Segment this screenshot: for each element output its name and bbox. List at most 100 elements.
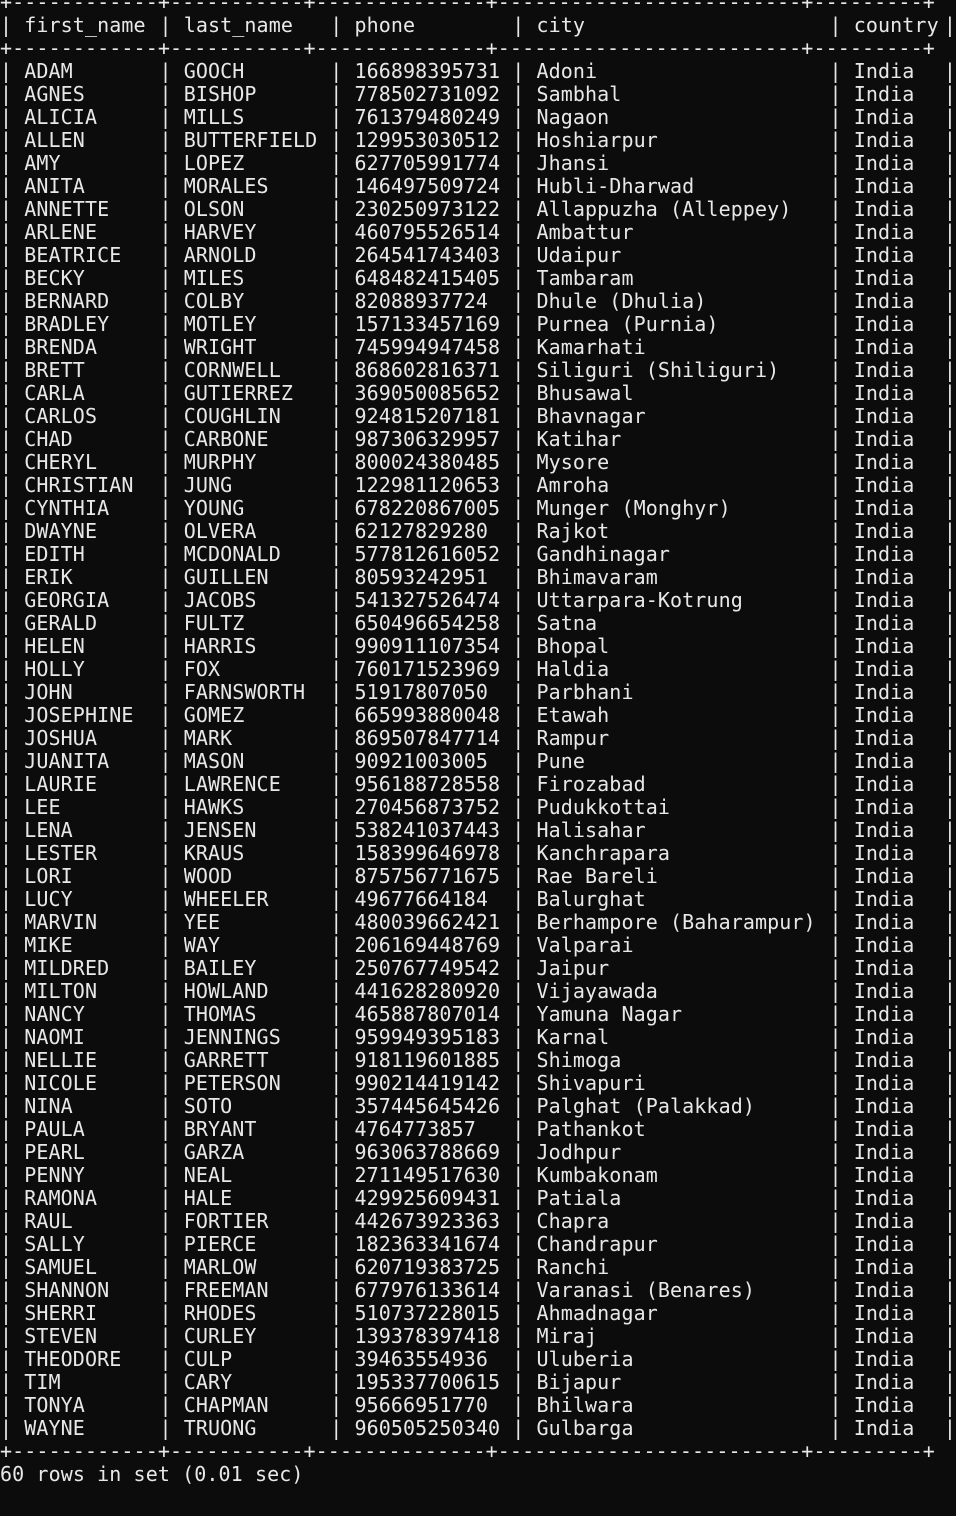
cell-city: Patiala [536,1187,622,1210]
cell-phone: 357445645426 [354,1095,501,1118]
cell-city: Yamuna Nagar [536,1003,683,1026]
cell-country: India [853,198,915,221]
column-separator: | [943,1187,956,1210]
column-separator: | [829,980,854,1003]
column-separator: | [159,704,184,727]
column-separator: | [829,1049,854,1072]
column-separator: | [330,1141,355,1164]
header-col-sep: | [159,14,184,37]
column-separator: | [0,566,25,589]
column-separator: | [159,1141,184,1164]
cell-last-name: HAWKS [183,796,245,819]
table-row: | CARLOS | COUGHLIN | 924815207181 | Bhavna… [0,405,956,428]
column-separator: | [0,957,25,980]
cell-last-name: FARNSWORTH [183,681,306,704]
column-separator: | [0,1164,25,1187]
cell-phone: 480039662421 [354,911,501,934]
column-separator: | [829,911,854,934]
table-row: | PAULA | BRYANT | 4764773857 | Pathankot | … [0,1118,956,1141]
cell-phone: 460795526514 [354,221,501,244]
column-separator: | [330,635,355,658]
column-separator: | [330,1210,355,1233]
cell-last-name: TRUONG [183,1417,257,1440]
cell-last-name: GOMEZ [183,704,245,727]
table-row: | BRENDA | WRIGHT | 745994947458 | Kamarhat… [0,336,956,359]
column-separator: | [330,980,355,1003]
cell-last-name: CULP [183,1348,233,1371]
column-separator: | [512,382,537,405]
column-separator: | [829,175,854,198]
cell-phone: 465887807014 [354,1003,501,1026]
column-separator: | [159,1348,184,1371]
cell-first-name: ALICIA [24,106,98,129]
column-separator: | [512,658,537,681]
column-separator: | [0,106,25,129]
table-row: | LAURIE | LAWRENCE | 956188728558 | Firoza… [0,773,956,796]
cell-phone: 270456873752 [354,796,501,819]
column-separator: | [159,1164,184,1187]
cell-country: India [853,267,915,290]
column-separator: | [829,727,854,750]
column-separator: | [943,865,956,888]
cell-phone: 230250973122 [354,198,501,221]
cell-last-name: MCDONALD [183,543,281,566]
column-separator: | [159,359,184,382]
cell-last-name: HOWLAND [183,980,269,1003]
column-separator: | [330,1095,355,1118]
cell-phone: 538241037443 [354,819,501,842]
column-separator: | [0,336,25,359]
column-separator: | [330,888,355,911]
cell-city: Pudukkottai [536,796,671,819]
cell-first-name: MIKE [24,934,73,957]
cell-country: India [853,175,915,198]
column-separator: | [512,1049,537,1072]
column-separator: | [829,819,854,842]
cell-last-name: FOX [183,658,221,681]
cell-phone: 963063788669 [354,1141,501,1164]
cell-phone: 122981120653 [354,474,501,497]
cell-first-name: MILTON [24,980,98,1003]
column-separator: | [829,451,854,474]
column-separator: | [0,60,25,83]
cell-phone: 62127829280 [354,520,488,543]
table-header-separator: +------------+-----------+--------------… [0,36,935,60]
table-row: | HELEN | HARRIS | 990911107354 | Bhopal | I… [0,635,956,658]
column-separator: | [512,1394,537,1417]
cell-city: Katihar [536,428,622,451]
cell-first-name: NAOMI [24,1026,85,1049]
column-separator: | [943,1325,956,1348]
cell-last-name: LOPEZ [183,152,245,175]
column-separator: | [159,1210,184,1233]
column-separator: | [330,796,355,819]
column-separator: | [943,244,956,267]
column-separator: | [159,589,184,612]
cell-first-name: PEARL [24,1141,85,1164]
column-separator: | [512,1348,537,1371]
column-separator: | [943,221,956,244]
column-separator: | [159,451,184,474]
column-separator: | [0,658,25,681]
column-separator: | [943,428,956,451]
column-separator: | [512,1279,537,1302]
column-separator: | [330,957,355,980]
column-separator: | [829,267,854,290]
cell-country: India [853,1118,915,1141]
column-separator: | [0,497,25,520]
cell-phone: 429925609431 [354,1187,501,1210]
header-col-sep: | [330,14,355,37]
column-separator: | [829,428,854,451]
cell-city: Gulbarga [536,1417,634,1440]
column-separator: | [943,681,956,704]
cell-phone: 195337700615 [354,1371,501,1394]
cell-last-name: WHEELER [183,888,269,911]
cell-phone: 677976133614 [354,1279,501,1302]
column-separator: | [512,842,537,865]
column-separator: | [512,83,537,106]
cell-city: Dhule (Dhulia) [536,290,707,313]
cell-phone: 924815207181 [354,405,501,428]
column-separator: | [330,336,355,359]
column-separator: | [330,60,355,83]
cell-country: India [853,106,915,129]
column-separator: | [829,1141,854,1164]
table-header-row: | first_name | last_name | phone | city … [0,14,956,37]
